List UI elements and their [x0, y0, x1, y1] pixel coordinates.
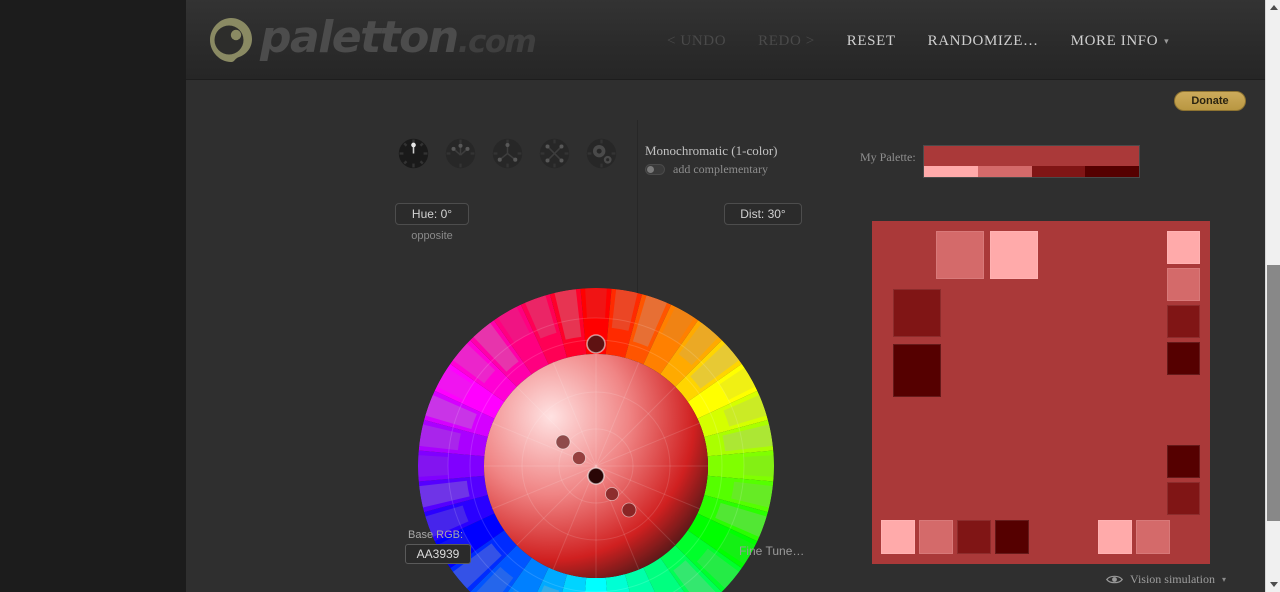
- eye-icon: [1106, 575, 1123, 584]
- base-rgb-input[interactable]: AA3939: [405, 544, 471, 564]
- nav-redo[interactable]: REDO >: [742, 30, 831, 53]
- swatch-marker-2[interactable]: [572, 451, 586, 465]
- my-palette-swatch-4[interactable]: [1085, 166, 1139, 177]
- chevron-down-icon[interactable]: ▾: [1164, 36, 1183, 47]
- my-palette-swatch-3[interactable]: [1031, 166, 1086, 177]
- my-palette-base-swatch[interactable]: [924, 146, 1139, 166]
- scheme-adjacent-icon[interactable]: [445, 138, 476, 169]
- left-panel: Monochromatic (1-color) add complementar…: [186, 80, 804, 592]
- logo[interactable]: paletton.com: [206, 12, 537, 66]
- palette-logo-icon: [210, 18, 252, 62]
- my-palette-label: My Palette:: [860, 150, 916, 164]
- preview-swatch-8[interactable]: [1167, 342, 1200, 375]
- preview-swatch-5[interactable]: [1167, 231, 1200, 264]
- scroll-up-arrow-icon[interactable]: [1266, 0, 1280, 15]
- paletton-app: paletton.com < UNDO REDO > RESET RANDOMI…: [0, 0, 1280, 592]
- hue-handle[interactable]: [586, 334, 606, 354]
- scheme-triad-icon[interactable]: [492, 138, 523, 169]
- scheme-monochromatic-icon[interactable]: [398, 138, 429, 169]
- scroll-down-arrow-icon[interactable]: [1266, 577, 1280, 592]
- preview-swatch-6[interactable]: [1167, 268, 1200, 301]
- my-palette-strip[interactable]: [923, 145, 1140, 178]
- base-rgb-label: Base RGB:: [408, 529, 464, 541]
- preview-swatch-11[interactable]: [881, 520, 915, 554]
- scheme-tetrad-icon[interactable]: [539, 138, 570, 169]
- body-region: Donate Monochromatic (1-color) add compl…: [186, 80, 1266, 592]
- preview-swatch-2[interactable]: [893, 344, 941, 397]
- swatch-marker-3[interactable]: [605, 487, 619, 501]
- swatch-marker-4[interactable]: [621, 502, 637, 518]
- preview-swatch-10[interactable]: [1167, 482, 1200, 515]
- nav-reset[interactable]: RESET: [831, 30, 912, 53]
- preview-swatch-9[interactable]: [1167, 445, 1200, 478]
- hue-button[interactable]: Hue: 0°: [395, 203, 469, 225]
- preview-swatch-16[interactable]: [1136, 520, 1170, 554]
- palette-preview[interactable]: [872, 221, 1210, 564]
- swatch-marker-base[interactable]: [587, 467, 605, 485]
- preview-swatch-7[interactable]: [1167, 305, 1200, 338]
- my-palette-swatch-1[interactable]: [924, 166, 978, 177]
- scheme-freestyle-icon[interactable]: [586, 138, 617, 169]
- top-bar: paletton.com < UNDO REDO > RESET RANDOMI…: [186, 0, 1266, 80]
- nav-more-info[interactable]: MORE INFO: [1055, 30, 1175, 53]
- nav-randomize[interactable]: RANDOMIZE…: [912, 30, 1055, 53]
- vision-simulation-label: Vision simulation: [1130, 572, 1215, 586]
- scrollbar-thumb[interactable]: [1267, 265, 1280, 521]
- page-scrollbar[interactable]: [1265, 0, 1280, 592]
- top-nav: < UNDO REDO > RESET RANDOMIZE… MORE INFO…: [651, 30, 1183, 53]
- preview-swatch-3[interactable]: [936, 231, 984, 279]
- right-panel: My Palette: Vision simulation ▾: [638, 80, 1266, 592]
- preview-swatch-14[interactable]: [995, 520, 1029, 554]
- preview-swatch-13[interactable]: [957, 520, 991, 554]
- logo-text: paletton.com: [260, 12, 537, 63]
- chevron-down-icon[interactable]: ▾: [1222, 575, 1226, 584]
- opposite-link: opposite: [411, 230, 453, 242]
- app-window: paletton.com < UNDO REDO > RESET RANDOMI…: [186, 0, 1266, 592]
- my-palette-swatch-2[interactable]: [977, 166, 1032, 177]
- nav-undo[interactable]: < UNDO: [651, 30, 742, 53]
- preview-swatch-1[interactable]: [893, 289, 941, 337]
- my-palette-swatches: [924, 166, 1139, 177]
- vision-simulation-control[interactable]: Vision simulation ▾: [1106, 572, 1226, 587]
- scheme-selector: [398, 138, 617, 169]
- preview-swatch-4[interactable]: [990, 231, 1038, 279]
- preview-swatch-12[interactable]: [919, 520, 953, 554]
- preview-swatch-15[interactable]: [1098, 520, 1132, 554]
- swatch-marker-1[interactable]: [555, 434, 571, 450]
